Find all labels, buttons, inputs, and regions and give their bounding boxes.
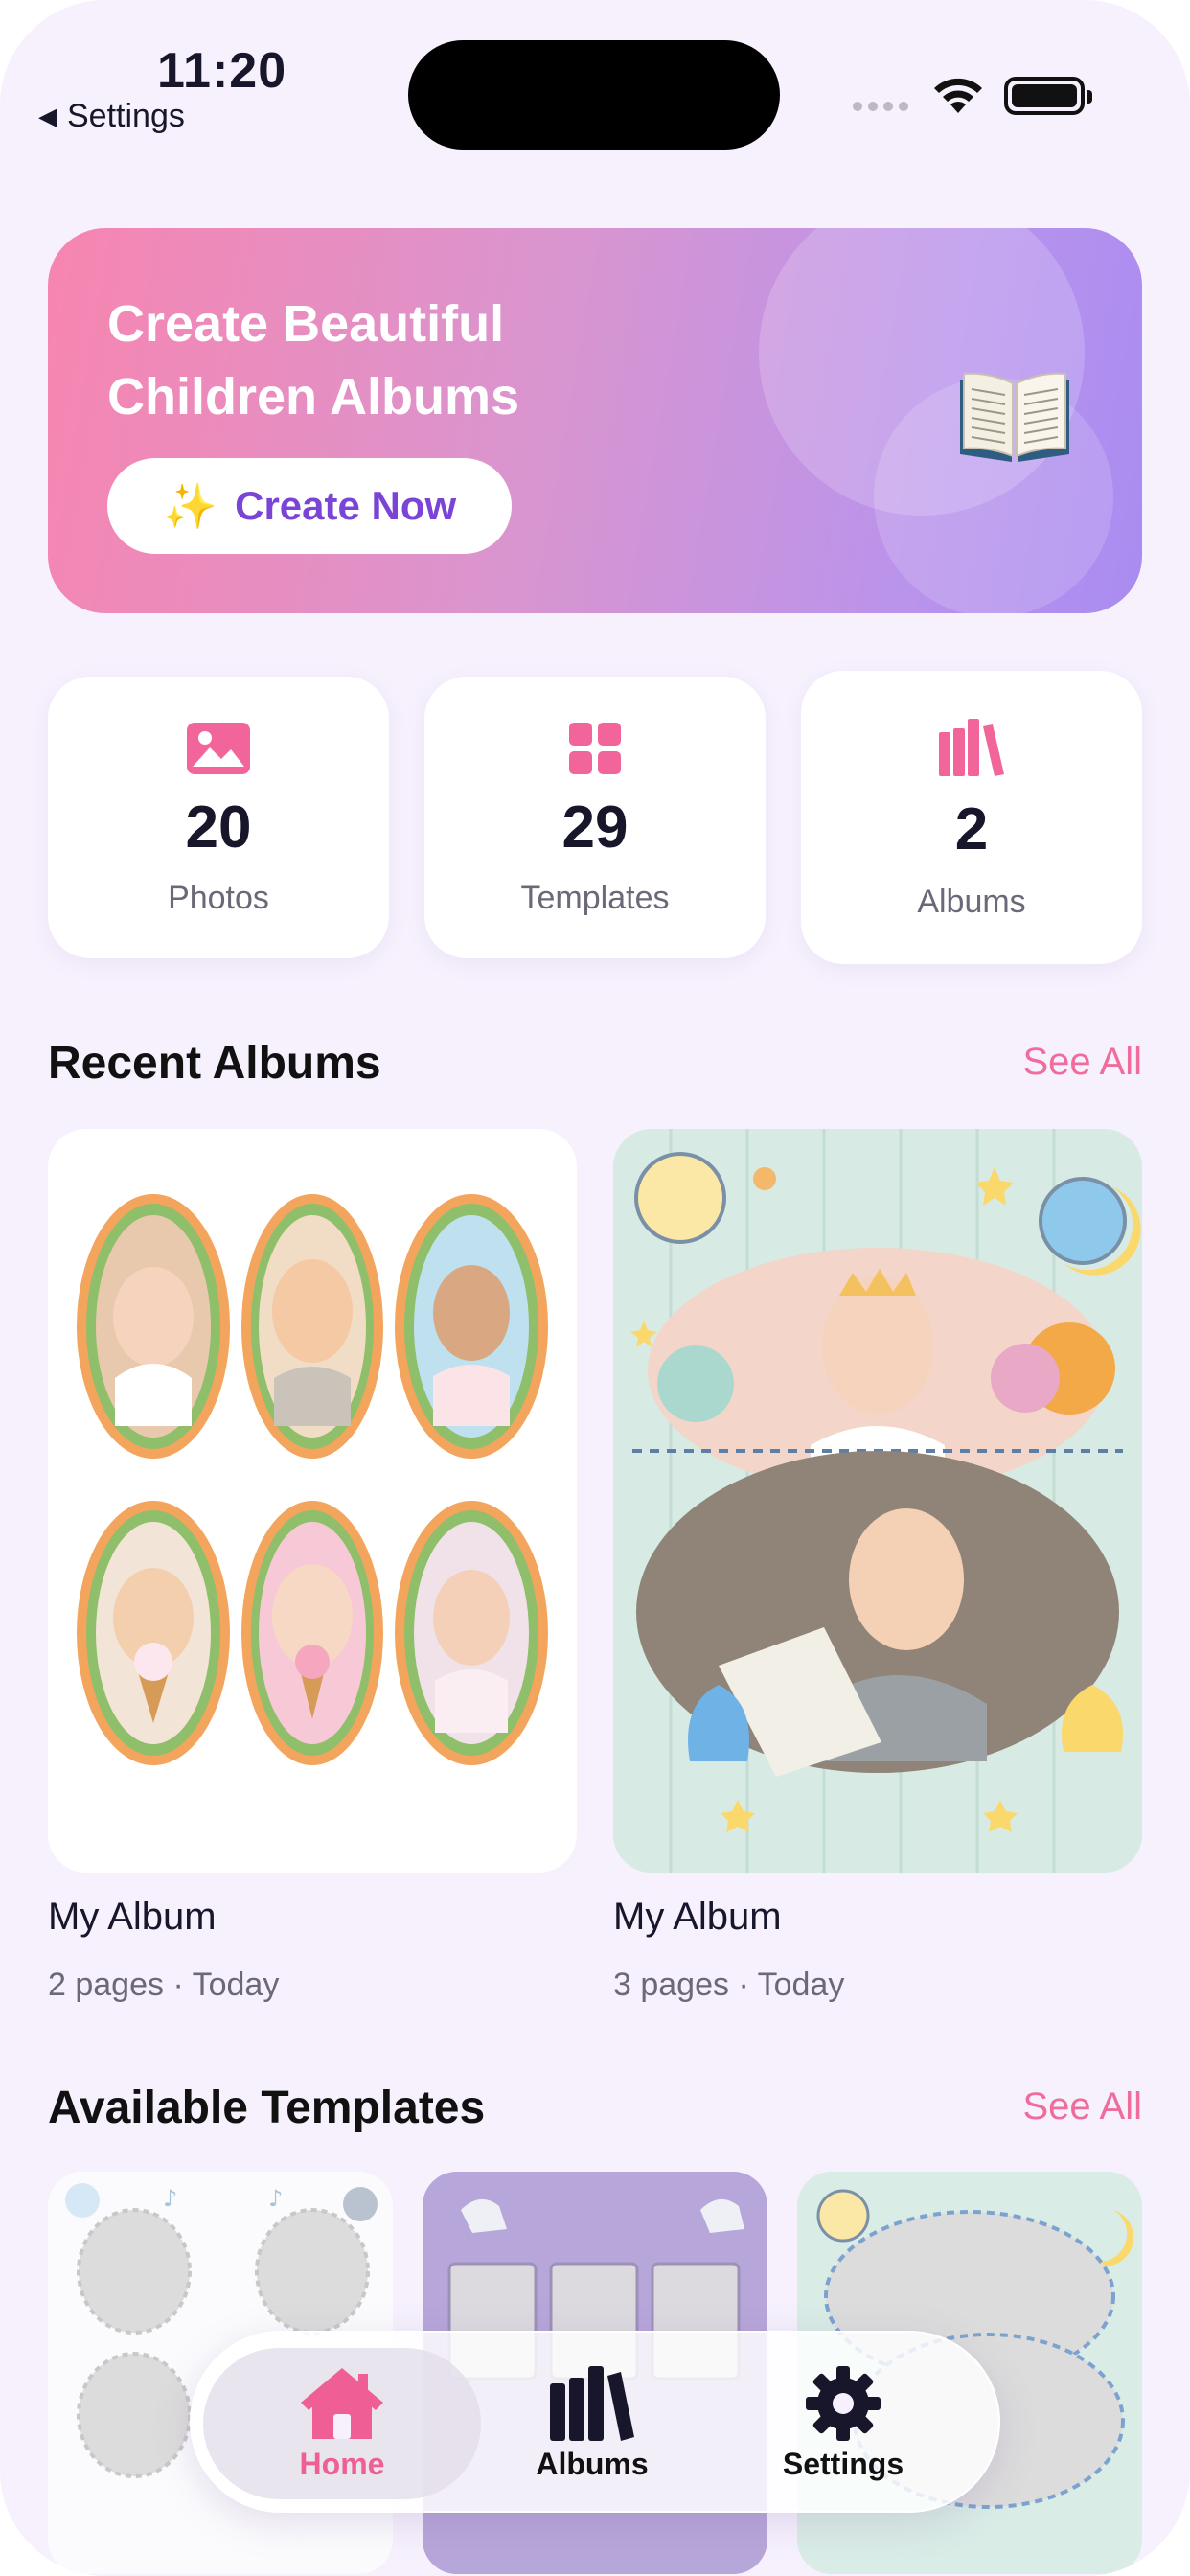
phone-screen: 11:20 ◀ Settings Create Beautiful Childr…: [0, 0, 1190, 2576]
hero-banner: Create Beautiful Children Albums ✨ Creat…: [48, 228, 1142, 613]
tab-bar: Home Albums Settings: [190, 2331, 1000, 2513]
create-now-label: Create Now: [235, 483, 457, 528]
books-icon: [939, 719, 1004, 776]
battery-icon: [1004, 77, 1092, 115]
templates-see-all-link[interactable]: See All: [1022, 2085, 1142, 2128]
tab-label: Albums: [536, 2446, 649, 2481]
sparkles-icon: ✨: [162, 480, 218, 531]
oval-photo-frame: [395, 1194, 548, 1459]
album-card[interactable]: [48, 1129, 577, 1873]
stat-label: Templates: [520, 880, 670, 916]
back-arrow-icon: ◀: [38, 102, 57, 130]
tab-albums[interactable]: Albums: [496, 2333, 688, 2515]
wifi-icon: [934, 78, 982, 113]
open-book-icon: [960, 372, 1069, 462]
stat-card-photos[interactable]: 20 Photos: [48, 677, 389, 958]
tab-label: Settings: [782, 2446, 904, 2481]
cellular-signal-icon: [853, 102, 908, 111]
svg-text:♪: ♪: [268, 2185, 283, 2212]
gear-icon: [806, 2365, 881, 2441]
album-meta: 2 pages · Today: [48, 1966, 280, 2003]
oval-photo-frame: [77, 1194, 230, 1459]
album-name: My Album: [48, 1896, 217, 1938]
stat-label: Albums: [917, 884, 1026, 920]
photo-icon: [187, 723, 250, 774]
available-templates-title: Available Templates: [48, 2082, 486, 2133]
album-cover-image: [77, 1194, 548, 1765]
oval-photo-frame: [241, 1194, 383, 1459]
create-now-button[interactable]: ✨ Create Now: [107, 458, 512, 554]
hero-title-line: Create Beautiful: [107, 295, 505, 353]
recent-albums-title: Recent Albums: [48, 1038, 381, 1089]
hero-title: Create Beautiful Children Albums: [107, 288, 701, 433]
svg-text:♪: ♪: [163, 2185, 177, 2212]
tab-label: Home: [299, 2446, 385, 2481]
stat-card-albums[interactable]: 2 Albums: [801, 671, 1142, 964]
books-icon: [550, 2365, 634, 2441]
stat-value: 2: [954, 796, 989, 862]
hero-title-line: Children Albums: [107, 368, 520, 426]
stat-card-templates[interactable]: 29 Templates: [424, 677, 766, 958]
grid-icon: [569, 723, 621, 774]
dynamic-island: [408, 40, 780, 150]
back-to-settings-link[interactable]: ◀ Settings: [38, 98, 185, 135]
stat-value: 29: [561, 794, 629, 861]
tab-home[interactable]: Home: [203, 2333, 481, 2515]
album-card[interactable]: [613, 1129, 1142, 1873]
album-cover-image: [613, 1129, 1142, 1873]
recent-albums-see-all-link[interactable]: See All: [1022, 1041, 1142, 1084]
stat-value: 20: [185, 794, 252, 861]
album-name: My Album: [613, 1896, 782, 1938]
house-icon: [301, 2367, 383, 2439]
status-time: 11:20: [157, 43, 287, 99]
album-meta: 3 pages · Today: [613, 1966, 845, 2003]
tab-settings[interactable]: Settings: [738, 2333, 949, 2515]
back-label: Settings: [67, 98, 185, 134]
stat-label: Photos: [168, 880, 269, 916]
